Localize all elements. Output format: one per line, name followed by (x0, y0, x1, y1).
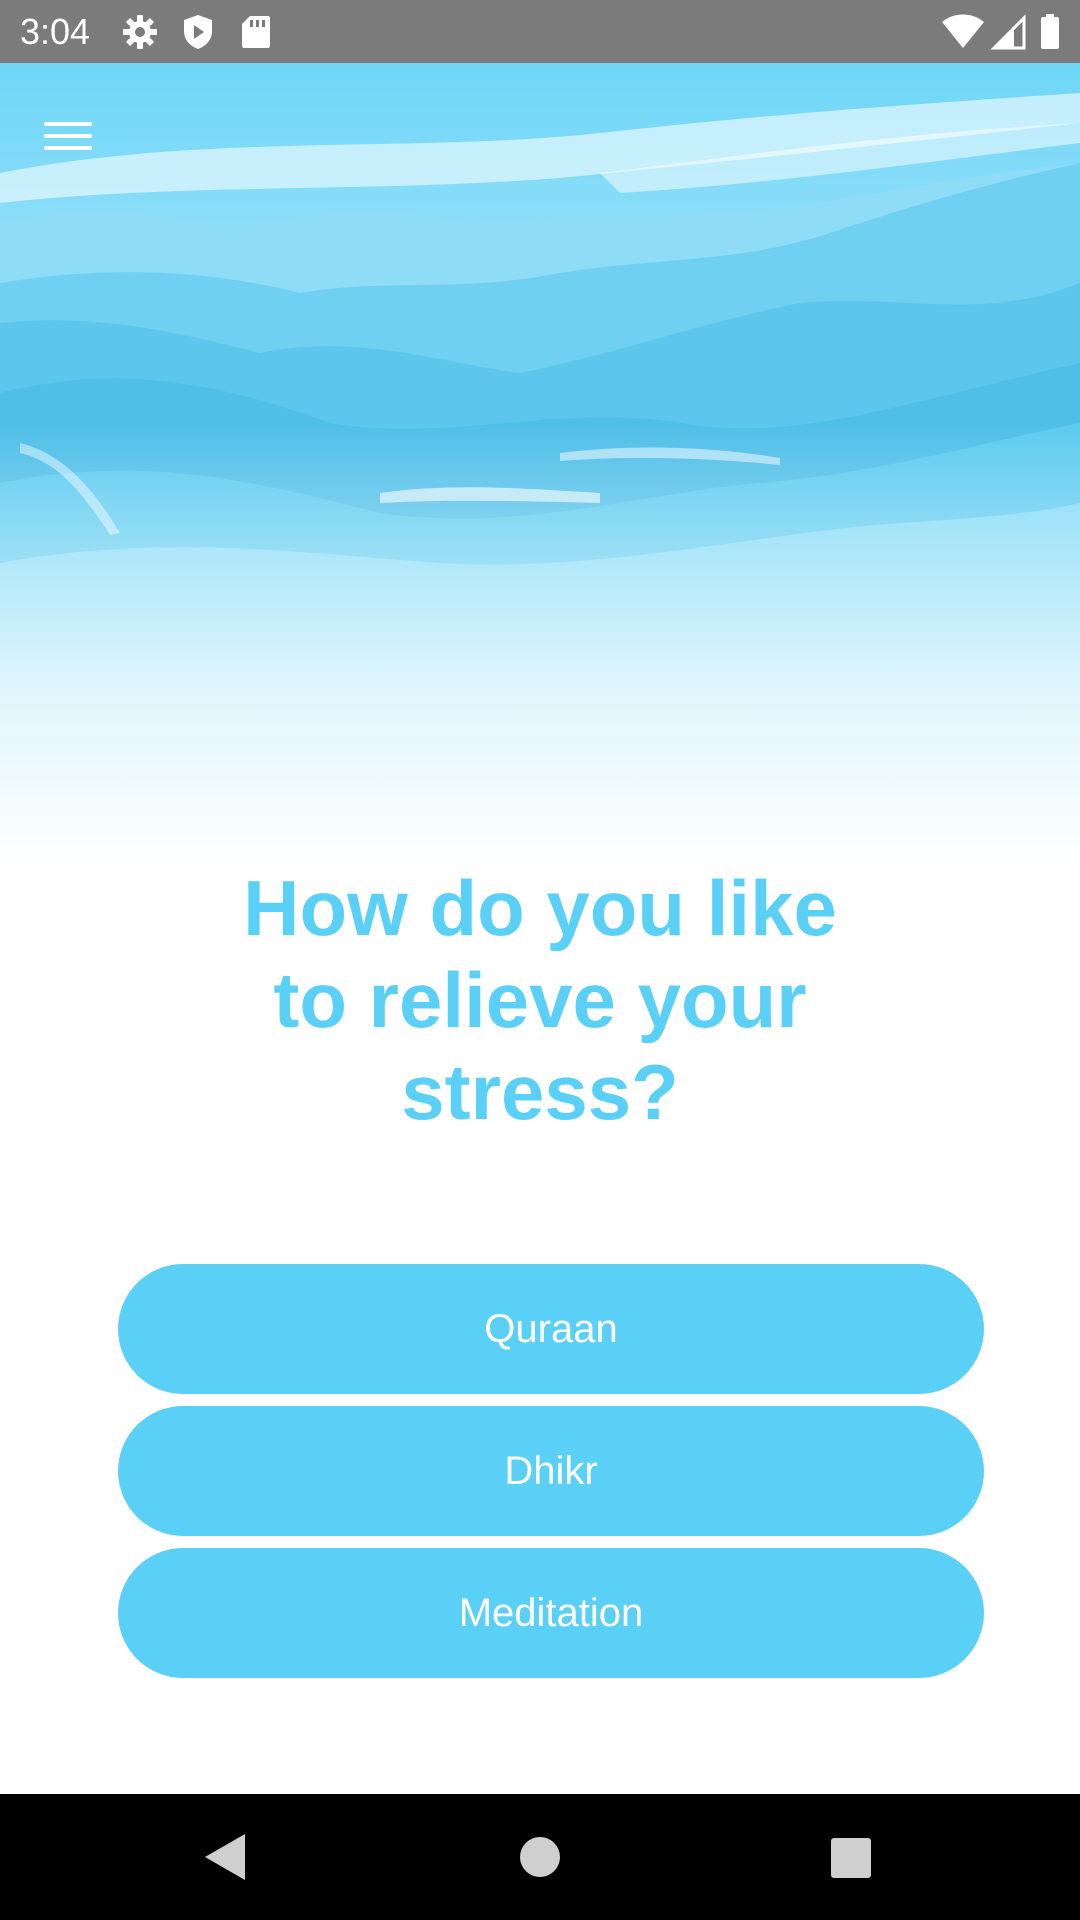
navigation-bar (0, 1794, 1080, 1920)
status-time: 3:04 (20, 11, 91, 52)
battery-icon (1038, 12, 1062, 52)
wifi-icon (940, 12, 986, 52)
page-title: How do you like to relieve your stress? (190, 862, 890, 1138)
headline-line: stress? (401, 1048, 679, 1136)
back-icon[interactable] (190, 1822, 260, 1892)
hero-landscape-image (0, 63, 1080, 863)
app-screen: 3:04 How do you like to relieve your str… (0, 0, 1080, 1920)
sd-card-icon (236, 12, 276, 52)
headline-line: to relieve your (273, 956, 807, 1044)
meditation-button[interactable]: Meditation (118, 1548, 984, 1678)
settings-icon (120, 12, 160, 52)
recents-icon[interactable] (815, 1822, 885, 1892)
home-icon[interactable] (505, 1822, 575, 1892)
hamburger-menu-icon[interactable] (36, 110, 100, 162)
dhikr-button[interactable]: Dhikr (118, 1406, 984, 1536)
headline-line: How do you like (243, 864, 837, 952)
quraan-button[interactable]: Quraan (118, 1264, 984, 1394)
shield-icon (178, 12, 218, 52)
cellular-signal-icon (990, 12, 1030, 52)
status-bar: 3:04 (0, 0, 1080, 63)
